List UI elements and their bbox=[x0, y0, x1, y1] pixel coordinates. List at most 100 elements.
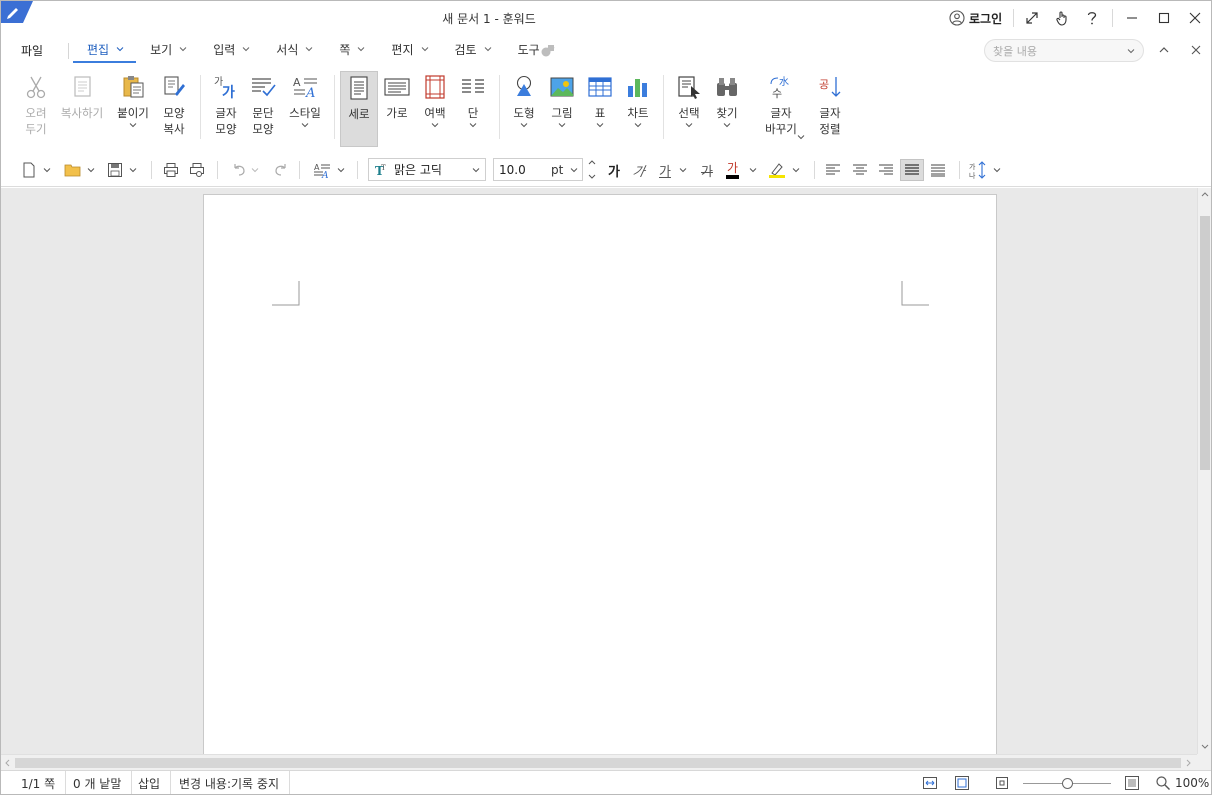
menu-tab-3[interactable]: 서식 bbox=[262, 35, 325, 63]
menu-file[interactable]: 파일 bbox=[21, 42, 43, 59]
align-justify-button[interactable] bbox=[900, 159, 924, 181]
replace-button[interactable]: 水수 글자 바꾸기 bbox=[759, 73, 803, 137]
highlight-button[interactable] bbox=[768, 159, 800, 181]
chevron-down-icon[interactable] bbox=[301, 121, 309, 129]
chevron-down-icon[interactable] bbox=[251, 166, 259, 174]
menu-tab-1[interactable]: 보기 bbox=[136, 35, 199, 63]
margin-button[interactable]: 여백 bbox=[420, 73, 450, 131]
scrollbar-thumb[interactable] bbox=[15, 758, 1181, 768]
vertical-scrollbar[interactable] bbox=[1197, 188, 1211, 754]
chevron-down-icon[interactable] bbox=[43, 166, 51, 174]
chevron-down-icon[interactable] bbox=[337, 166, 345, 174]
chevron-down-icon[interactable] bbox=[472, 166, 480, 174]
bold-button[interactable]: 가 bbox=[608, 159, 620, 181]
print-preview-button[interactable] bbox=[189, 159, 205, 181]
portrait-button[interactable]: 세로 bbox=[340, 71, 378, 147]
menu-tab-2[interactable]: 입력 bbox=[199, 35, 262, 63]
open-button[interactable] bbox=[64, 159, 95, 181]
print-button[interactable] bbox=[163, 159, 179, 181]
chevron-down-icon[interactable] bbox=[993, 166, 1001, 174]
column-button[interactable]: 단 bbox=[458, 73, 488, 131]
zoom-slider-handle[interactable] bbox=[1062, 778, 1073, 789]
status-page[interactable]: 1/1 쪽 bbox=[11, 771, 67, 794]
font-size-input[interactable]: 10.0 pt bbox=[493, 158, 583, 181]
help-button[interactable] bbox=[1079, 5, 1105, 31]
status-track-changes[interactable]: 변경 내용:기록 중지 bbox=[169, 771, 290, 794]
font-size-stepper[interactable] bbox=[585, 158, 598, 181]
menu-shapes-icon[interactable] bbox=[539, 42, 557, 60]
menu-tab-4[interactable]: 쪽 bbox=[325, 35, 377, 63]
undo-button[interactable] bbox=[231, 159, 259, 181]
distribute-button[interactable] bbox=[930, 159, 946, 181]
chevron-down-icon[interactable] bbox=[596, 121, 604, 129]
chevron-down-icon[interactable] bbox=[431, 121, 439, 129]
scroll-up-arrow-icon[interactable] bbox=[1200, 190, 1210, 200]
horizontal-scrollbar[interactable] bbox=[1, 754, 1197, 770]
style-button[interactable]: AA 스타일 bbox=[287, 73, 323, 131]
line-spacing-button[interactable]: 가나 bbox=[969, 159, 1001, 181]
close-doc-button[interactable] bbox=[1187, 41, 1205, 59]
cut-button[interactable]: 오려 두기 bbox=[21, 73, 51, 137]
new-doc-button[interactable] bbox=[21, 159, 51, 181]
chevron-down-icon[interactable] bbox=[129, 121, 137, 129]
chevron-down-icon[interactable] bbox=[1127, 47, 1135, 55]
document-page[interactable] bbox=[203, 194, 997, 754]
picture-button[interactable]: 그림 bbox=[547, 73, 577, 131]
chevron-down-icon[interactable] bbox=[469, 121, 477, 129]
search-input[interactable]: 찾을 내용 bbox=[984, 39, 1144, 62]
chevron-down-icon[interactable] bbox=[685, 121, 693, 129]
shape-button[interactable]: 도형 bbox=[509, 73, 539, 131]
maximize-button[interactable] bbox=[1151, 5, 1177, 31]
chevron-down-icon[interactable] bbox=[520, 121, 528, 129]
align-center-button[interactable] bbox=[852, 159, 868, 181]
strike-button[interactable]: 가 bbox=[701, 159, 713, 181]
fit-page-button[interactable] bbox=[954, 775, 970, 791]
chevron-down-icon[interactable] bbox=[558, 121, 566, 129]
menu-tab-0[interactable]: 편집 bbox=[73, 35, 137, 63]
chevron-down-icon[interactable] bbox=[129, 166, 137, 174]
document-area[interactable] bbox=[1, 188, 1197, 754]
select-button[interactable]: 선택 bbox=[674, 73, 704, 131]
chevron-down-icon[interactable] bbox=[679, 166, 687, 174]
menu-tab-6[interactable]: 검토 bbox=[441, 35, 504, 63]
status-mode[interactable]: 삽입 bbox=[128, 771, 172, 794]
chevron-down-icon[interactable] bbox=[634, 121, 642, 129]
chevron-down-icon[interactable] bbox=[570, 166, 578, 174]
minimize-button[interactable] bbox=[1119, 5, 1145, 31]
copy-button[interactable]: 복사하기 bbox=[58, 73, 106, 121]
scroll-right-arrow-icon[interactable] bbox=[1183, 758, 1193, 768]
scrollbar-thumb[interactable] bbox=[1200, 216, 1210, 470]
collapse-ribbon-button[interactable] bbox=[1155, 41, 1173, 59]
font-name-select[interactable]: TT 맑은 고딕 bbox=[368, 158, 486, 181]
table-button[interactable]: 표 bbox=[585, 73, 615, 131]
sort-button[interactable]: 공 글자 정렬 bbox=[815, 73, 845, 137]
menu-tab-5[interactable]: 편지 bbox=[377, 35, 440, 63]
chevron-down-icon[interactable] bbox=[749, 166, 757, 174]
touch-mode-button[interactable] bbox=[1049, 5, 1075, 31]
chevron-up-icon[interactable] bbox=[587, 158, 597, 168]
menu-tab-7[interactable]: 도구 bbox=[504, 35, 567, 63]
char-shape-button[interactable]: 가가 글자 모양 bbox=[211, 73, 241, 137]
align-left-button[interactable] bbox=[825, 159, 841, 181]
scroll-down-arrow-icon[interactable] bbox=[1200, 741, 1210, 751]
find-button[interactable]: 찾기 bbox=[712, 73, 742, 131]
para-shape-button[interactable]: 문단 모양 bbox=[248, 73, 278, 137]
close-button[interactable] bbox=[1182, 5, 1208, 31]
scroll-left-arrow-icon[interactable] bbox=[3, 758, 13, 768]
status-words[interactable]: 0 개 낱말 bbox=[63, 771, 133, 794]
fullscreen-button[interactable] bbox=[1019, 5, 1045, 31]
fit-width-button[interactable] bbox=[922, 775, 938, 791]
chevron-down-icon[interactable] bbox=[87, 166, 95, 174]
underline-button[interactable]: 가 bbox=[659, 159, 687, 181]
chevron-down-icon[interactable] bbox=[792, 166, 800, 174]
chart-button[interactable]: 차트 bbox=[623, 73, 653, 131]
login-button[interactable]: 로그인 bbox=[949, 8, 1002, 28]
chevron-down-icon[interactable] bbox=[723, 121, 731, 129]
style-select-button[interactable]: AA bbox=[313, 159, 345, 181]
chevron-down-icon[interactable] bbox=[797, 133, 805, 141]
landscape-button[interactable]: 가로 bbox=[382, 73, 412, 121]
redo-button[interactable] bbox=[273, 159, 289, 181]
zoom-page-button[interactable] bbox=[1124, 775, 1140, 791]
actual-size-button[interactable] bbox=[994, 775, 1010, 791]
zoom-button[interactable] bbox=[1155, 775, 1171, 791]
